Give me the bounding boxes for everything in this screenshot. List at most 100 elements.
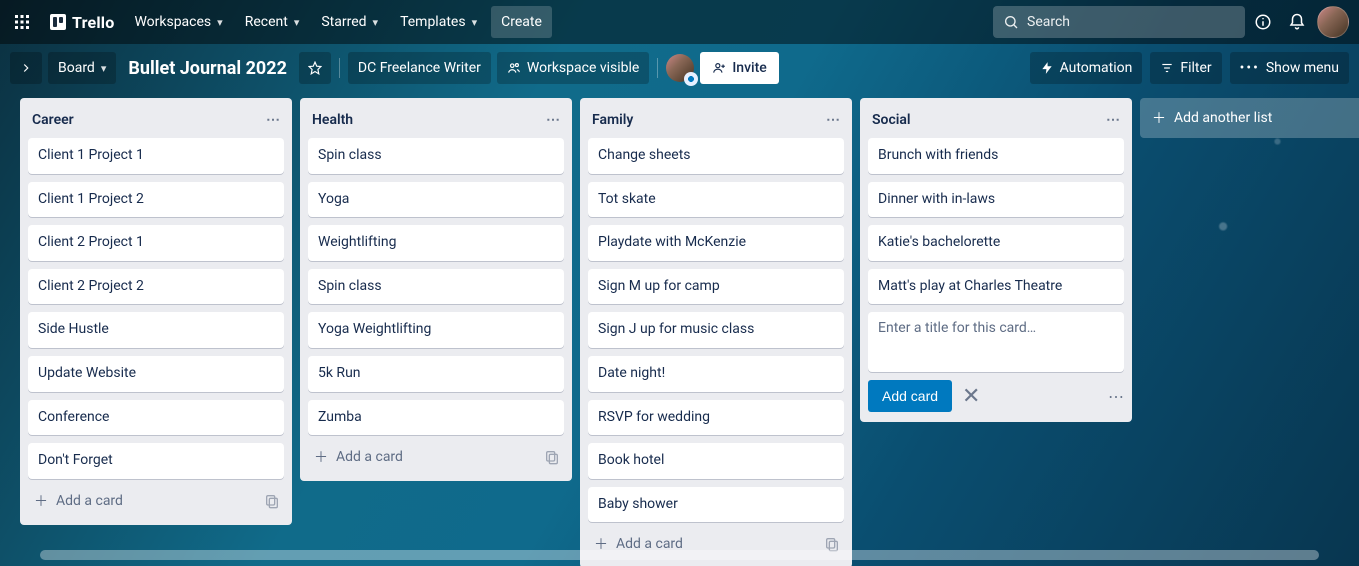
chevron-down-icon: ▾ bbox=[101, 62, 107, 75]
add-card-link[interactable]: ＋ Add a card bbox=[30, 487, 260, 515]
list-title[interactable]: Career bbox=[32, 112, 74, 128]
card[interactable]: Yoga bbox=[308, 182, 564, 218]
list-menu-button[interactable]: ⋯ bbox=[822, 108, 844, 132]
info-icon[interactable] bbox=[1247, 6, 1279, 38]
list-career: Career ⋯ Client 1 Project 1 Client 1 Pro… bbox=[20, 98, 292, 525]
plus-icon: ＋ bbox=[34, 491, 48, 511]
search-placeholder: Search bbox=[1027, 14, 1070, 30]
avatar[interactable] bbox=[1317, 6, 1349, 38]
ellipsis-icon: ••• bbox=[1240, 60, 1260, 76]
workspace-name-label: DC Freelance Writer bbox=[358, 60, 481, 76]
list-menu-button[interactable]: ⋯ bbox=[542, 108, 564, 132]
divider bbox=[339, 58, 340, 78]
card[interactable]: Zumba bbox=[308, 400, 564, 436]
card-template-icon[interactable] bbox=[540, 445, 564, 469]
show-menu-button[interactable]: ••• Show menu bbox=[1230, 52, 1349, 84]
people-icon bbox=[507, 61, 521, 75]
card[interactable]: Yoga Weightlifting bbox=[308, 312, 564, 348]
board-title[interactable]: Bullet Journal 2022 bbox=[122, 58, 293, 79]
notifications-icon[interactable] bbox=[1281, 6, 1313, 38]
close-icon[interactable]: ✕ bbox=[962, 384, 980, 409]
view-switcher[interactable]: Board ▾ bbox=[48, 52, 116, 84]
search-input[interactable]: Search bbox=[993, 6, 1245, 38]
card[interactable]: Matt's play at Charles Theatre bbox=[868, 269, 1124, 305]
nav-starred[interactable]: Starred ▾ bbox=[311, 6, 388, 38]
chevron-down-icon: ▾ bbox=[472, 16, 478, 29]
add-card-button[interactable]: Add card bbox=[868, 380, 952, 412]
card[interactable]: Baby shower bbox=[588, 487, 844, 523]
add-card-label: Add a card bbox=[336, 449, 403, 465]
expand-sidebar-button[interactable] bbox=[10, 52, 42, 84]
card[interactable]: Playdate with McKenzie bbox=[588, 225, 844, 261]
plus-icon: ＋ bbox=[314, 447, 328, 467]
card[interactable]: Spin class bbox=[308, 269, 564, 305]
nav-templates[interactable]: Templates ▾ bbox=[390, 6, 487, 38]
nav-templates-label: Templates bbox=[400, 14, 466, 30]
nav-workspaces[interactable]: Workspaces ▾ bbox=[124, 6, 232, 38]
app-switcher-icon[interactable] bbox=[4, 6, 40, 38]
chevron-down-icon: ▾ bbox=[373, 16, 379, 29]
search-icon bbox=[1003, 14, 1019, 30]
card[interactable]: Change sheets bbox=[588, 138, 844, 174]
trello-logo-text: Trello bbox=[72, 13, 114, 32]
add-card-link[interactable]: ＋ Add a card bbox=[310, 443, 540, 471]
filter-button[interactable]: Filter bbox=[1150, 52, 1221, 84]
plus-icon: ＋ bbox=[1152, 108, 1166, 128]
card[interactable]: Sign M up for camp bbox=[588, 269, 844, 305]
add-list-button[interactable]: ＋ Add another list bbox=[1140, 98, 1359, 138]
person-plus-icon bbox=[712, 61, 726, 75]
star-board-button[interactable] bbox=[299, 52, 331, 84]
nav-recent[interactable]: Recent ▾ bbox=[235, 6, 310, 38]
board-bar: Board ▾ Bullet Journal 2022 DC Freelance… bbox=[0, 44, 1359, 92]
list-menu-button[interactable]: ⋯ bbox=[1102, 108, 1124, 132]
nav-create-label: Create bbox=[501, 14, 542, 30]
nav-create-button[interactable]: Create bbox=[491, 6, 552, 38]
show-menu-label: Show menu bbox=[1266, 60, 1339, 76]
list-title[interactable]: Health bbox=[312, 112, 353, 128]
card[interactable]: Tot skate bbox=[588, 182, 844, 218]
list-title[interactable]: Family bbox=[592, 112, 633, 128]
card[interactable]: Date night! bbox=[588, 356, 844, 392]
card[interactable]: Conference bbox=[28, 400, 284, 436]
automation-label: Automation bbox=[1060, 60, 1133, 76]
card[interactable]: Brunch with friends bbox=[868, 138, 1124, 174]
board-member-avatar[interactable] bbox=[666, 54, 694, 82]
card[interactable]: Weightlifting bbox=[308, 225, 564, 261]
card[interactable]: Update Website bbox=[28, 356, 284, 392]
invite-button[interactable]: Invite bbox=[700, 52, 778, 84]
card[interactable]: Sign J up for music class bbox=[588, 312, 844, 348]
card[interactable]: Book hotel bbox=[588, 443, 844, 479]
nav-workspaces-label: Workspaces bbox=[134, 14, 211, 30]
card[interactable]: 5k Run bbox=[308, 356, 564, 392]
nav-starred-label: Starred bbox=[321, 14, 366, 30]
card[interactable]: Client 1 Project 2 bbox=[28, 182, 284, 218]
card[interactable]: Katie's bachelorette bbox=[868, 225, 1124, 261]
card[interactable]: Dinner with in-laws bbox=[868, 182, 1124, 218]
top-nav: Trello Workspaces ▾ Recent ▾ Starred ▾ T… bbox=[0, 0, 1359, 44]
list-menu-button[interactable]: ⋯ bbox=[262, 108, 284, 132]
card[interactable]: Don't Forget bbox=[28, 443, 284, 479]
chevron-down-icon: ▾ bbox=[217, 16, 223, 29]
board-canvas[interactable]: Career ⋯ Client 1 Project 1 Client 1 Pro… bbox=[0, 92, 1359, 566]
filter-icon bbox=[1160, 61, 1174, 75]
chevron-down-icon: ▾ bbox=[294, 16, 300, 29]
bolt-icon bbox=[1040, 61, 1054, 75]
list-family: Family ⋯ Change sheets Tot skate Playdat… bbox=[580, 98, 852, 566]
card[interactable]: RSVP for wedding bbox=[588, 400, 844, 436]
horizontal-scrollbar[interactable] bbox=[40, 550, 1319, 560]
card[interactable]: Spin class bbox=[308, 138, 564, 174]
automation-button[interactable]: Automation bbox=[1030, 52, 1143, 84]
trello-logo[interactable]: Trello bbox=[42, 13, 122, 32]
card-composer-placeholder: Enter a title for this card… bbox=[878, 320, 1036, 336]
add-list-label: Add another list bbox=[1174, 110, 1272, 126]
card[interactable]: Client 1 Project 1 bbox=[28, 138, 284, 174]
card-composer-input[interactable]: Enter a title for this card… bbox=[868, 312, 1124, 372]
list-title[interactable]: Social bbox=[872, 112, 911, 128]
workspace-name-chip[interactable]: DC Freelance Writer bbox=[348, 52, 491, 84]
card[interactable]: Side Hustle bbox=[28, 312, 284, 348]
card-template-icon[interactable] bbox=[260, 489, 284, 513]
visibility-chip[interactable]: Workspace visible bbox=[497, 52, 649, 84]
composer-options-icon[interactable]: ⋯ bbox=[1108, 387, 1124, 406]
card[interactable]: Client 2 Project 1 bbox=[28, 225, 284, 261]
card[interactable]: Client 2 Project 2 bbox=[28, 269, 284, 305]
